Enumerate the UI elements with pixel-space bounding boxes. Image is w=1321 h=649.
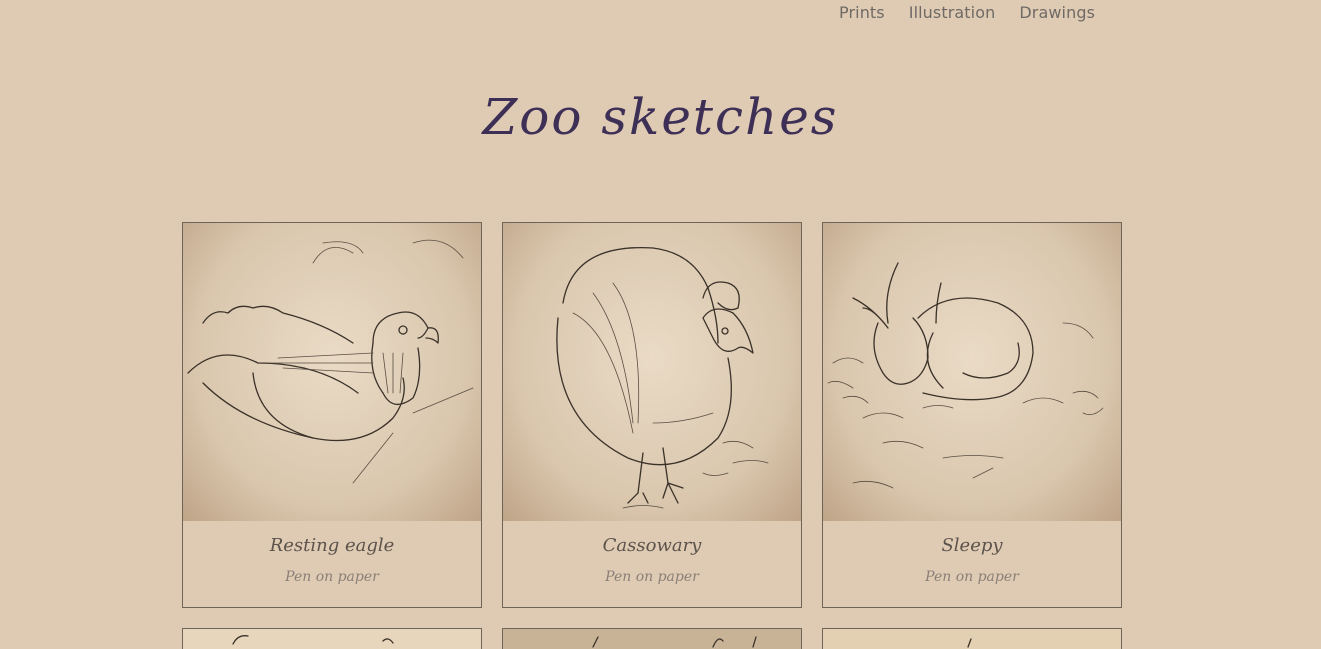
gallery-card-cassowary[interactable]: Cassowary Pen on paper	[502, 222, 802, 608]
card-medium: Pen on paper	[605, 569, 699, 585]
sketch-image-cassowary[interactable]	[503, 223, 801, 521]
sketch-image-resting-eagle[interactable]	[183, 223, 481, 521]
sketch-image[interactable]	[503, 629, 801, 649]
card-title: Resting eagle	[269, 535, 395, 556]
card-title: Cassowary	[602, 535, 702, 556]
page-title: Zoo sketches	[482, 88, 839, 146]
sketch-image-sleepy[interactable]	[823, 223, 1121, 521]
nav-link-drawings[interactable]: Drawings	[1019, 3, 1095, 23]
nav-link-illustration[interactable]: Illustration	[909, 3, 996, 23]
card-title: Sleepy	[941, 535, 1003, 556]
nav-link-prints[interactable]: Prints	[839, 3, 885, 23]
sketch-image[interactable]	[183, 629, 481, 649]
sketch-image[interactable]	[823, 629, 1121, 649]
card-medium: Pen on paper	[285, 569, 379, 585]
gallery-card-resting-eagle[interactable]: Resting eagle Pen on paper	[182, 222, 482, 608]
gallery-card-sleepy[interactable]: Sleepy Pen on paper	[822, 222, 1122, 608]
gallery-card-row2-2[interactable]	[502, 628, 802, 649]
top-nav: Prints Illustration Drawings	[839, 3, 1095, 23]
card-medium: Pen on paper	[925, 569, 1019, 585]
gallery-card-row2-1[interactable]	[182, 628, 482, 649]
gallery-card-row2-3[interactable]	[822, 628, 1122, 649]
